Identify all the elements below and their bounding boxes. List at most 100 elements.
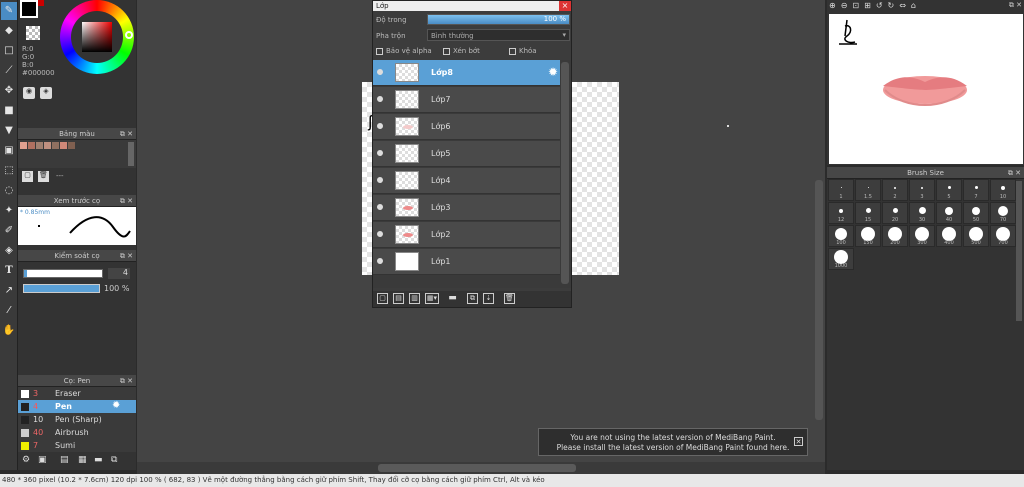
add-brush-icon[interactable]: ⚙	[22, 455, 30, 465]
panel-close-icon[interactable]: ⧉ ✕	[120, 195, 133, 207]
zoom-out-icon[interactable]: ⊖	[841, 1, 853, 10]
palette-icon[interactable]: ◉	[23, 87, 35, 99]
layer-row[interactable]: Lớp6	[373, 114, 560, 140]
palette-swatch[interactable]	[28, 142, 35, 149]
canvas-vertical-scrollbar[interactable]	[815, 180, 823, 420]
panel-close-icon[interactable]: ⧉ ✕	[120, 250, 133, 262]
rotate-right-icon[interactable]: ↻	[888, 1, 900, 10]
layer-menu-icon[interactable]: ▦▾	[425, 293, 439, 304]
color-picker-icon[interactable]: ◈	[40, 87, 52, 99]
blend-mode-select[interactable]: Bình thường ▾	[427, 29, 570, 41]
visibility-eye-icon[interactable]	[377, 258, 383, 264]
visibility-eye-icon[interactable]	[377, 177, 383, 183]
brush-size-option[interactable]: 150	[855, 225, 881, 247]
visibility-eye-icon[interactable]	[377, 204, 383, 210]
protect-alpha-checkbox[interactable]	[376, 48, 383, 55]
operation-icon[interactable]: ↗	[1, 282, 17, 300]
brush-size-option[interactable]: 50	[963, 202, 989, 224]
brush-size-option[interactable]: 300	[909, 225, 935, 247]
magic-wand-icon[interactable]: ✦	[1, 202, 17, 220]
select-rect-icon[interactable]: ⬚	[1, 162, 17, 180]
move-icon[interactable]: ✥	[1, 82, 17, 100]
clipping-checkbox[interactable]	[443, 48, 450, 55]
brush-size-option[interactable]: 500	[963, 225, 989, 247]
hue-marker[interactable]	[125, 31, 133, 39]
brush-size-option[interactable]: 5	[936, 179, 962, 201]
layer-row[interactable]: Lớp5	[373, 141, 560, 167]
brush-item-airbrush[interactable]: 40 Airbrush	[18, 426, 136, 439]
eyedropper-icon[interactable]: ⁄	[1, 302, 17, 320]
brush-size-option[interactable]: 200	[882, 225, 908, 247]
brush-size-option[interactable]: 2	[882, 179, 908, 201]
panel-close-icon[interactable]: ⧉ ✕	[120, 128, 133, 140]
layer-row[interactable]: Lớp2	[373, 222, 560, 248]
layer-row[interactable]: Lớp7	[373, 87, 560, 113]
delete-layer-icon[interactable]: 🗑	[504, 293, 515, 304]
brush-opacity-slider[interactable]	[23, 284, 100, 293]
visibility-eye-icon[interactable]	[377, 96, 383, 102]
hand-icon[interactable]: ✋	[1, 322, 17, 340]
brush-size-option[interactable]: 7	[963, 179, 989, 201]
select-pen-icon[interactable]: ✐	[1, 222, 17, 240]
brush-item-pen-sharp[interactable]: 10 Pen (Sharp)	[18, 413, 136, 426]
brush-size-option[interactable]: 15	[855, 202, 881, 224]
background-color-swatch[interactable]	[26, 26, 40, 40]
brush-size-option[interactable]: 10	[990, 179, 1016, 201]
lasso-icon[interactable]: ◌	[1, 182, 17, 200]
text-icon[interactable]: T	[1, 262, 17, 280]
delete-color-icon[interactable]: 🗑	[38, 171, 49, 182]
rotate-left-icon[interactable]: ↺	[876, 1, 888, 10]
brush-icon[interactable]: ⟋	[1, 62, 17, 80]
flip-icon[interactable]: ⇔	[899, 1, 911, 10]
new-8bit-layer-icon[interactable]: ▥	[409, 293, 420, 304]
palette-swatch[interactable]	[60, 142, 67, 149]
duplicate-layer-icon[interactable]: ⧉	[467, 293, 478, 304]
actual-size-icon[interactable]: ⊞	[864, 1, 876, 10]
zoom-in-icon[interactable]: ⊕	[829, 1, 841, 10]
pen-icon[interactable]: ✎	[1, 2, 17, 20]
canvas-horizontal-scrollbar[interactable]	[378, 464, 576, 472]
layer-row[interactable]: Lớp4	[373, 168, 560, 194]
select-eraser-icon[interactable]: ◈	[1, 242, 17, 260]
eraser-icon[interactable]: ◆	[1, 22, 17, 40]
palette-swatch[interactable]	[68, 142, 75, 149]
brush-item-pen[interactable]: 4 Pen ✹	[18, 400, 136, 413]
brush-size-option[interactable]: 1.5	[855, 179, 881, 201]
visibility-eye-icon[interactable]	[377, 69, 383, 75]
palette-swatch[interactable]	[52, 142, 59, 149]
palette-swatch[interactable]	[44, 142, 51, 149]
brush-size-option[interactable]: 70	[990, 202, 1016, 224]
brush-size-scrollbar[interactable]	[1016, 181, 1022, 321]
brush-menu-icon[interactable]: ▤	[60, 455, 69, 465]
brush-size-option[interactable]: 1	[828, 179, 854, 201]
new-layer-icon[interactable]: ▢	[377, 293, 388, 304]
brush-size-slider[interactable]	[23, 269, 103, 278]
brush-size-value[interactable]: 4	[108, 268, 130, 279]
visibility-eye-icon[interactable]	[377, 231, 383, 237]
brush-size-option[interactable]: 700	[990, 225, 1016, 247]
layer-row[interactable]: Lớp8 ✹	[373, 60, 560, 86]
brush-size-option[interactable]: 30	[909, 202, 935, 224]
brush-folder2-icon[interactable]: ▬	[94, 455, 103, 465]
palette-scrollbar[interactable]	[128, 142, 134, 166]
foreground-color-swatch[interactable]	[20, 0, 38, 18]
lock-checkbox[interactable]	[509, 48, 516, 55]
add-color-icon[interactable]: ▢	[22, 171, 33, 182]
fill-rect-icon[interactable]: ■	[1, 102, 17, 120]
new-halftone-layer-icon[interactable]: ▤	[393, 293, 404, 304]
update-notice[interactable]: You are not using the latest version of …	[538, 428, 808, 456]
brush-size-option[interactable]: 100	[828, 225, 854, 247]
navigator-preview[interactable]	[829, 14, 1023, 164]
bucket-icon[interactable]: ▼	[1, 122, 17, 140]
panel-close-icon[interactable]: ⧉ ✕	[1009, 1, 1022, 10]
brush-size-option[interactable]: 3	[909, 179, 935, 201]
swap-colors-icon[interactable]	[38, 0, 44, 6]
close-icon[interactable]: ×	[559, 1, 571, 11]
palette-swatch[interactable]	[36, 142, 43, 149]
brush-size-option[interactable]: 20	[882, 202, 908, 224]
folder-icon[interactable]: ▬	[447, 293, 458, 304]
brush-duplicate-icon[interactable]: ⧉	[111, 455, 117, 465]
layer-row[interactable]: Lớp1	[373, 249, 560, 275]
visibility-eye-icon[interactable]	[377, 150, 383, 156]
brush-item-sumi[interactable]: 7 Sumi	[18, 439, 136, 452]
